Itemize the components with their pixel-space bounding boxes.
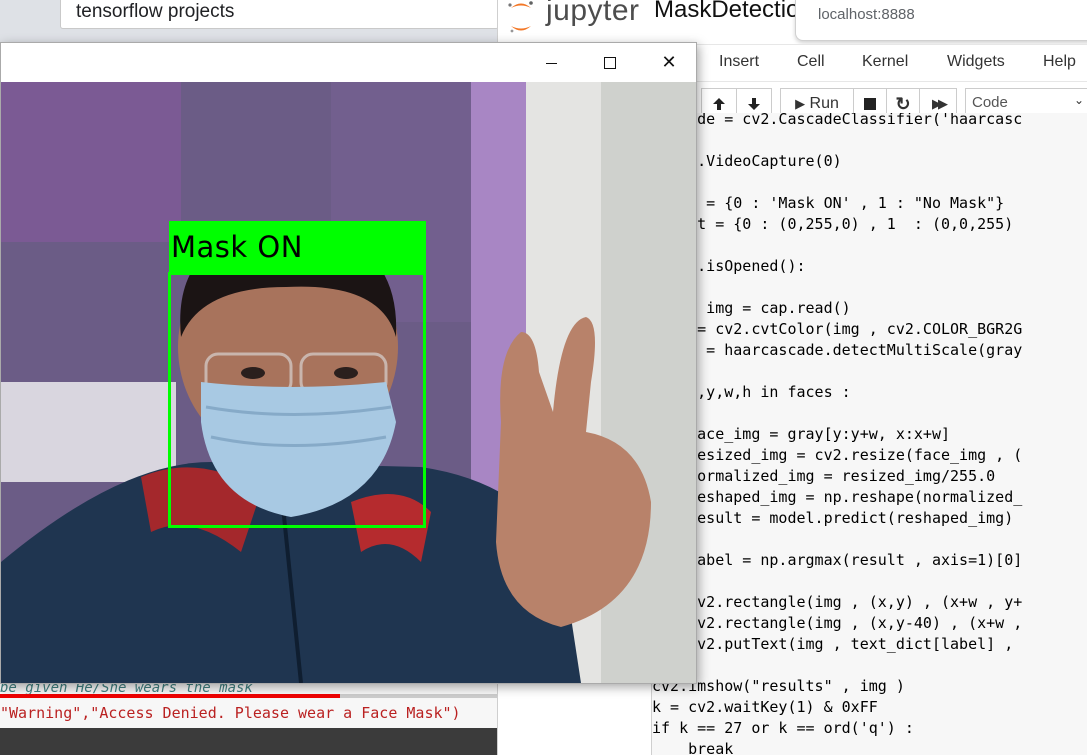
fast-forward-icon: ▶▶ bbox=[932, 96, 948, 111]
code-line: cv2.rectangle(img , (x,y-40) , (x+w , bbox=[652, 614, 1023, 632]
code-line: _dict = {0 : 'Mask ON' , 1 : "No Mask"} bbox=[652, 194, 1005, 212]
code-line: label = np.argmax(result , axis=1)[0] bbox=[652, 551, 1023, 569]
progress-bar-track bbox=[340, 694, 497, 698]
maximize-button[interactable] bbox=[580, 43, 640, 82]
url-tooltip: localhost:8888 bbox=[795, 0, 1087, 41]
notebook-name[interactable]: MaskDetection bbox=[654, 0, 813, 24]
code-line: cv2.putText(img , text_dict[label] , bbox=[652, 635, 1014, 653]
code-line: normalized_img = resized_img/255.0 bbox=[652, 467, 996, 485]
minimize-button[interactable] bbox=[521, 43, 581, 82]
code-line: cascade = cv2.CascadeClassifier('haarcas… bbox=[652, 113, 1023, 128]
menu-cell[interactable]: Cell bbox=[797, 53, 825, 71]
code-line: gray = cv2.cvtColor(img , cv2.COLOR_BGR2… bbox=[652, 320, 1023, 338]
play-icon: ▶ bbox=[795, 96, 806, 111]
bottom-strip bbox=[0, 728, 497, 755]
results-window: ✕ Mask ON bbox=[0, 42, 697, 684]
menu-help[interactable]: Help bbox=[1043, 53, 1076, 71]
arrow-down-icon bbox=[748, 98, 760, 110]
menu-insert[interactable]: Insert bbox=[719, 53, 759, 71]
progress-bar-fill bbox=[0, 694, 340, 698]
code-line: if k == 27 or k == ord('q') : bbox=[652, 719, 914, 737]
url-text: localhost:8888 bbox=[818, 6, 915, 23]
arrow-up-icon bbox=[713, 98, 725, 110]
close-icon: ✕ bbox=[661, 52, 677, 72]
code-line: resized_img = cv2.resize(face_img , ( bbox=[652, 446, 1023, 464]
run-label: Run bbox=[809, 95, 839, 112]
search-query: tensorflow projects bbox=[76, 1, 235, 22]
code-cell[interactable]: cascade = cv2.CascadeClassifier('haarcas… bbox=[651, 113, 1087, 755]
face-bounding-box bbox=[168, 272, 426, 528]
close-button[interactable]: ✕ bbox=[639, 43, 699, 82]
stop-icon bbox=[864, 98, 876, 110]
code-line: reshaped_img = np.reshape(normalized_ bbox=[652, 488, 1023, 506]
maximize-icon bbox=[604, 57, 616, 70]
jupyter-logo-text: jupyter bbox=[546, 0, 640, 27]
background-page-content: be given He/She wears the mask "Warning"… bbox=[0, 680, 497, 755]
restart-icon: ↻ bbox=[895, 94, 911, 114]
jupyter-logo[interactable]: jupyter bbox=[506, 0, 639, 34]
menu-kernel[interactable]: Kernel bbox=[862, 53, 908, 71]
search-box[interactable]: tensorflow projects bbox=[60, 0, 499, 29]
jupyter-logo-icon bbox=[508, 1, 533, 33]
detection-label: Mask ON bbox=[171, 230, 303, 264]
code-line: r_dict = {0 : (0,255,0) , 1 : (0,0,255) bbox=[652, 215, 1014, 233]
minimize-icon bbox=[545, 62, 557, 64]
chevron-down-icon: ⌄ bbox=[1073, 93, 1084, 107]
webcam-frame: Mask ON bbox=[1, 82, 696, 683]
code-string-line: "Warning","Access Denied. Please wear a … bbox=[0, 704, 461, 722]
window-titlebar[interactable]: ✕ bbox=[1, 43, 696, 82]
menu-widgets[interactable]: Widgets bbox=[947, 53, 1005, 71]
code-line: cv2.rectangle(img , (x,y) , (x+w , y+ bbox=[652, 593, 1023, 611]
code-line: faces = haarcascade.detectMultiScale(gra… bbox=[652, 341, 1023, 359]
cell-type-value: Code bbox=[972, 94, 1008, 111]
code-line: k = cv2.waitKey(1) & 0xFF bbox=[652, 698, 878, 716]
code-line: result = model.predict(reshaped_img) bbox=[652, 509, 1014, 527]
code-line: break bbox=[652, 740, 734, 755]
